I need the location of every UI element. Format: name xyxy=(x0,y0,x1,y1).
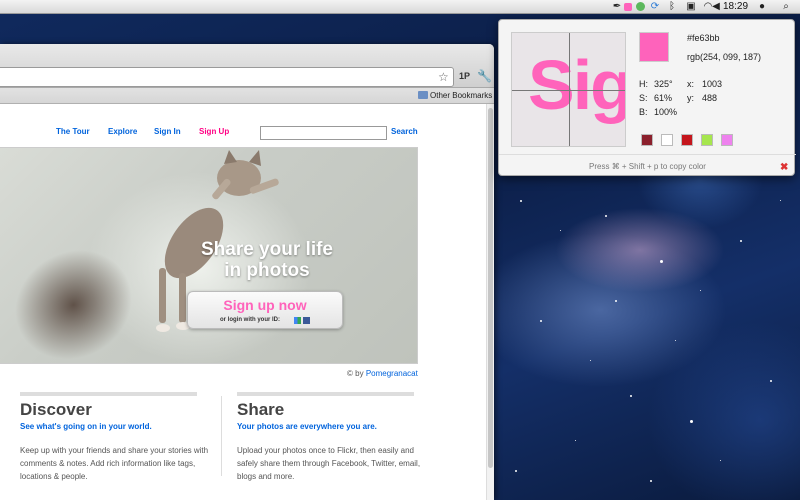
h-label: H: xyxy=(639,79,648,89)
facebook-icon[interactable] xyxy=(303,317,310,324)
eyedropper-icon[interactable]: ✒ xyxy=(612,1,622,12)
volume-icon[interactable]: ◀ xyxy=(712,1,720,12)
magnifier-view: Sig xyxy=(511,32,626,147)
discover-subtitle: See what's going on in your world. xyxy=(20,422,152,431)
history-swatch-1[interactable] xyxy=(641,134,653,146)
nav-explore[interactable]: Explore xyxy=(108,127,137,136)
search-button[interactable]: Search xyxy=(391,127,418,136)
address-bar[interactable] xyxy=(0,67,454,87)
x-label: x: xyxy=(687,79,695,89)
credit-prefix: © by xyxy=(347,369,364,378)
menubar-clock[interactable]: 18:29 xyxy=(723,0,748,14)
b-value: 100% xyxy=(654,107,678,117)
y-value: 488 xyxy=(702,93,718,103)
search-input[interactable] xyxy=(260,126,387,140)
nav-sign-in[interactable]: Sign In xyxy=(154,127,181,136)
discover-top-bar xyxy=(20,392,197,396)
wrench-icon[interactable]: 🔧 xyxy=(477,69,492,83)
hero-headline-line1: Share your life xyxy=(201,239,333,260)
browser-toolbar: ☆ 1P 🔧 xyxy=(0,44,494,88)
nav-the-tour[interactable]: The Tour xyxy=(56,127,90,136)
close-icon[interactable]: ✖ xyxy=(780,162,788,173)
h-value: 325° xyxy=(654,79,673,89)
s-value: 61% xyxy=(654,93,673,103)
sign-up-now-label: Sign up now xyxy=(223,297,307,313)
google-icon[interactable] xyxy=(294,317,301,324)
color-picker-panel: Sig #fe63bb rgb(254, 099, 187) H: 325° S… xyxy=(498,19,796,176)
hero-headline-line2: in photos xyxy=(224,260,310,281)
share-subtitle: Your photos are everywhere you are. xyxy=(237,422,377,431)
column-divider xyxy=(221,396,222,476)
sign-up-now-button[interactable]: Sign up now or login with your ID: xyxy=(187,291,343,329)
spotlight-icon[interactable]: ⌕ xyxy=(781,1,791,12)
share-top-bar xyxy=(237,392,414,396)
onepassword-icon[interactable]: 1P xyxy=(459,71,470,81)
hero-headline: Share your life in photos xyxy=(167,239,367,281)
copy-hint-text: Press ⌘ + Shift + p to copy color xyxy=(589,162,706,171)
color-icon[interactable] xyxy=(624,3,632,11)
evernote-icon[interactable] xyxy=(636,2,645,11)
b-label: B: xyxy=(639,107,648,117)
discover-body: Keep up with your friends and share your… xyxy=(20,446,209,481)
photo-credit: © by Pomegranacat xyxy=(347,369,418,378)
current-color-swatch xyxy=(639,32,669,62)
y-label: y: xyxy=(687,93,695,103)
rgb-value[interactable]: rgb(254, 099, 187) xyxy=(687,52,761,62)
credit-author-link[interactable]: Pomegranacat xyxy=(366,369,418,378)
hero-banner: Share your life in photos Sign up now or… xyxy=(0,147,418,364)
other-bookmarks-button[interactable]: Other Bookmarks xyxy=(430,89,492,103)
share-title: Share xyxy=(237,400,285,419)
user-icon[interactable]: ● xyxy=(757,1,767,12)
discover-title: Discover xyxy=(20,400,92,419)
share-body: Upload your photos once to Flickr, then … xyxy=(237,446,421,481)
bookmarks-bar: Other Bookmarks xyxy=(0,88,494,104)
display-icon[interactable]: ▣ xyxy=(686,1,696,12)
magnified-text: Sig xyxy=(528,46,626,124)
history-swatch-3[interactable] xyxy=(681,134,693,146)
nav-sign-up[interactable]: Sign Up xyxy=(199,127,229,136)
hint-divider xyxy=(499,154,796,155)
history-swatch-4[interactable] xyxy=(701,134,713,146)
menu-bar: ✒ ⟳ ᛒ ▣ ◠ ◀ 18:29 ● ⌕ xyxy=(0,0,800,14)
sync-icon[interactable]: ⟳ xyxy=(650,1,660,12)
history-swatch-2[interactable] xyxy=(661,134,673,146)
bluetooth-icon[interactable]: ᛒ xyxy=(668,1,676,12)
login-with-id-text: or login with your ID: xyxy=(220,317,280,323)
hex-value[interactable]: #fe63bb xyxy=(687,33,720,43)
star-icon[interactable]: ☆ xyxy=(438,70,449,84)
x-value: 1003 xyxy=(702,79,723,89)
scroll-thumb[interactable] xyxy=(488,108,493,468)
s-label: S: xyxy=(639,93,648,103)
folder-icon xyxy=(418,91,428,99)
history-swatch-5[interactable] xyxy=(721,134,733,146)
vertical-scrollbar[interactable] xyxy=(486,104,494,500)
crosshair-horizontal xyxy=(512,90,625,91)
